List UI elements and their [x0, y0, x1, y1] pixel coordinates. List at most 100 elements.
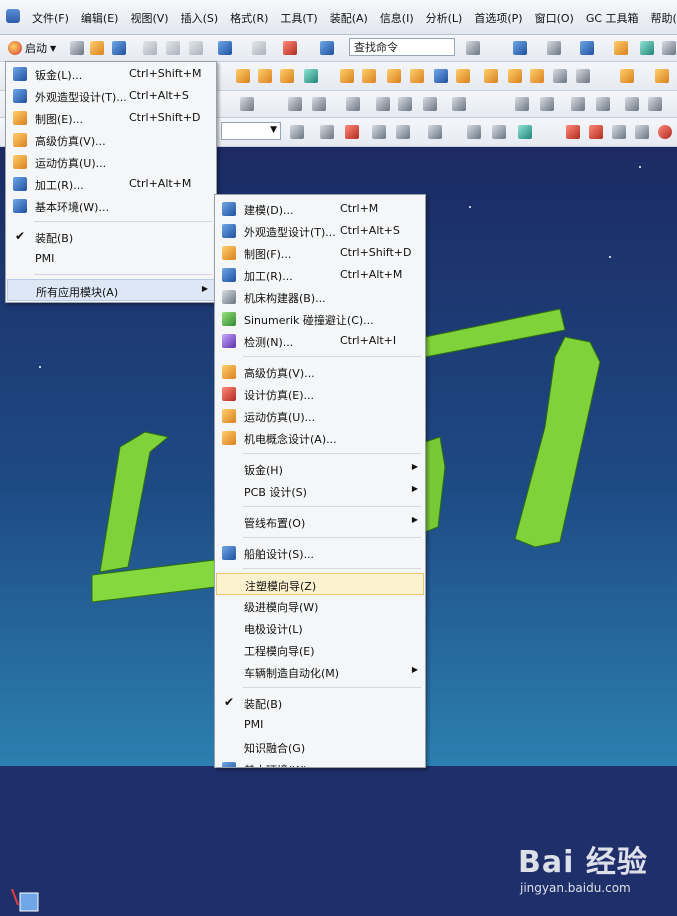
- vector-icon[interactable]: [396, 125, 410, 139]
- menu-item[interactable]: 编辑(E): [75, 10, 125, 26]
- csys-icon[interactable]: [345, 125, 359, 139]
- menu-item[interactable]: 电极设计(L): [216, 617, 424, 639]
- save-icon[interactable]: [112, 41, 126, 55]
- menu-item[interactable]: 窗口(O): [529, 10, 580, 26]
- sketch-tools-icon[interactable]: [596, 97, 610, 111]
- menu-item[interactable]: 制图(E)... Ctrl+Shift+D: [7, 107, 215, 129]
- point-snap-icon[interactable]: [372, 125, 386, 139]
- search-icon[interactable]: [466, 41, 480, 55]
- dimension-icon[interactable]: [540, 97, 554, 111]
- open-folder-icon[interactable]: [90, 41, 104, 55]
- menu-item[interactable]: 分析(L): [420, 10, 469, 26]
- menu-item[interactable]: 格式(R): [224, 10, 274, 26]
- menu-item[interactable]: GC 工具箱: [580, 10, 645, 26]
- command-finder-icon[interactable]: [320, 41, 334, 55]
- menu-item[interactable]: 工程模向导(E): [216, 639, 424, 661]
- repeat-command-icon[interactable]: [283, 41, 297, 55]
- feature-icon-17[interactable]: [655, 69, 669, 83]
- top-rail[interactable]: [424, 308, 566, 358]
- menu-item[interactable]: 级进模向导(W): [216, 595, 424, 617]
- curve-icon[interactable]: [612, 125, 626, 139]
- menu-item[interactable]: 装配(A): [324, 10, 374, 26]
- filter-icon[interactable]: [290, 125, 304, 139]
- menu-item[interactable]: PMI: [216, 714, 424, 736]
- menu-item[interactable]: 机电概念设计(A)...: [216, 427, 424, 449]
- feature-icon-5[interactable]: [340, 69, 354, 83]
- menu-item[interactable]: 首选项(P): [468, 10, 528, 26]
- copy-icon[interactable]: [166, 41, 180, 55]
- all-applications-item[interactable]: 所有应用模块(A) ▶: [7, 279, 215, 301]
- menu-item[interactable]: 外观造型设计(T)... Ctrl+Alt+S: [216, 220, 424, 242]
- pattern-icon[interactable]: [452, 97, 466, 111]
- menu-item[interactable]: 船舶设计(S)...: [216, 542, 424, 564]
- menu-item[interactable]: 钣金(L)... Ctrl+Shift+M: [7, 63, 215, 85]
- face-select-icon[interactable]: [492, 125, 506, 139]
- rectangle-select-icon[interactable]: [428, 125, 442, 139]
- feature-icon-11[interactable]: [484, 69, 498, 83]
- menu-item[interactable]: 视图(V): [124, 10, 174, 26]
- body-select-icon[interactable]: [467, 125, 481, 139]
- trim-icon[interactable]: [346, 97, 360, 111]
- menu-item[interactable]: 基本环境(W): [216, 758, 424, 767]
- redo-icon[interactable]: [252, 41, 266, 55]
- sketch-icon[interactable]: [571, 97, 585, 111]
- visibility-icon[interactable]: [640, 41, 654, 55]
- menu-item[interactable]: 高级仿真(V)...: [216, 361, 424, 383]
- menu-item[interactable]: 文件(F): [26, 10, 75, 26]
- menu-item[interactable]: 制图(F)... Ctrl+Shift+D: [216, 242, 424, 264]
- render-icon[interactable]: [580, 41, 594, 55]
- menu-item[interactable]: 工具(T): [274, 10, 323, 26]
- menu-item[interactable]: 管线布置(O) ▶: [216, 511, 424, 533]
- menu-item[interactable]: 检测(N)... Ctrl+Alt+I: [216, 330, 424, 352]
- new-file-icon[interactable]: [70, 41, 84, 55]
- feature-icon-10[interactable]: [456, 69, 470, 83]
- menu-item[interactable]: 运动仿真(U)...: [7, 151, 215, 173]
- menu-item[interactable]: Sinumerik 碰撞避让(C)...: [216, 308, 424, 330]
- menu-item[interactable]: 运动仿真(U)...: [216, 405, 424, 427]
- menu-item[interactable]: 基本环境(W)...: [7, 195, 215, 217]
- menu-item[interactable]: PCB 设计(S) ▶: [216, 480, 424, 502]
- cut-icon[interactable]: [143, 41, 157, 55]
- layer-icon[interactable]: [614, 41, 628, 55]
- display-icon[interactable]: [648, 97, 662, 111]
- menu-item[interactable]: 机床构建器(B)...: [216, 286, 424, 308]
- left-upright[interactable]: [99, 431, 170, 573]
- constraint-icon[interactable]: [515, 97, 529, 111]
- tangent-icon[interactable]: [635, 125, 649, 139]
- intersect-icon[interactable]: [398, 97, 412, 111]
- point-icon[interactable]: [288, 97, 302, 111]
- relations-icon[interactable]: [625, 97, 639, 111]
- menu-item[interactable]: 车辆制造自动化(M) ▶: [216, 661, 424, 683]
- menu-item[interactable]: ✔ 装配(B): [7, 226, 215, 248]
- feature-icon-12[interactable]: [508, 69, 522, 83]
- feature-icon-14[interactable]: [553, 69, 567, 83]
- menu-item[interactable]: 外观造型设计(T)... Ctrl+Alt+S: [7, 85, 215, 107]
- menu-item[interactable]: 帮助(H): [645, 10, 677, 26]
- feature-icon-15[interactable]: [576, 69, 590, 83]
- menu-item[interactable]: 高级仿真(V)...: [7, 129, 215, 151]
- window-layout-icon[interactable]: [513, 41, 527, 55]
- middle-rail[interactable]: [424, 436, 446, 533]
- command-search-input[interactable]: 查找命令: [349, 38, 455, 56]
- menu-item[interactable]: PMI: [7, 248, 215, 270]
- menu-item[interactable]: 注塑模向导(Z): [216, 573, 424, 595]
- feature-icon-6[interactable]: [362, 69, 376, 83]
- menu-item[interactable]: 建模(D)... Ctrl+M: [216, 198, 424, 220]
- right-upright[interactable]: [514, 336, 601, 548]
- feature-icon-8[interactable]: [410, 69, 424, 83]
- menu-item[interactable]: 加工(R)... Ctrl+Alt+M: [216, 264, 424, 286]
- menu-item[interactable]: 插入(S): [175, 10, 225, 26]
- feature-icon-16[interactable]: [620, 69, 634, 83]
- undo-icon[interactable]: [218, 41, 232, 55]
- start-button[interactable]: 启动 ▼: [8, 40, 56, 56]
- nx-app-icon[interactable]: [6, 9, 20, 23]
- feature-icon-3[interactable]: [280, 69, 294, 83]
- menu-item[interactable]: 设计仿真(E)...: [216, 383, 424, 405]
- center-point-icon[interactable]: [658, 125, 672, 139]
- menu-item[interactable]: 知识融合(G): [216, 736, 424, 758]
- extend-icon[interactable]: [376, 97, 390, 111]
- menu-item[interactable]: 加工(R)... Ctrl+Alt+M: [7, 173, 215, 195]
- view-style-icon[interactable]: [547, 41, 561, 55]
- feature-icon-13[interactable]: [530, 69, 544, 83]
- feature-icon-1[interactable]: [236, 69, 250, 83]
